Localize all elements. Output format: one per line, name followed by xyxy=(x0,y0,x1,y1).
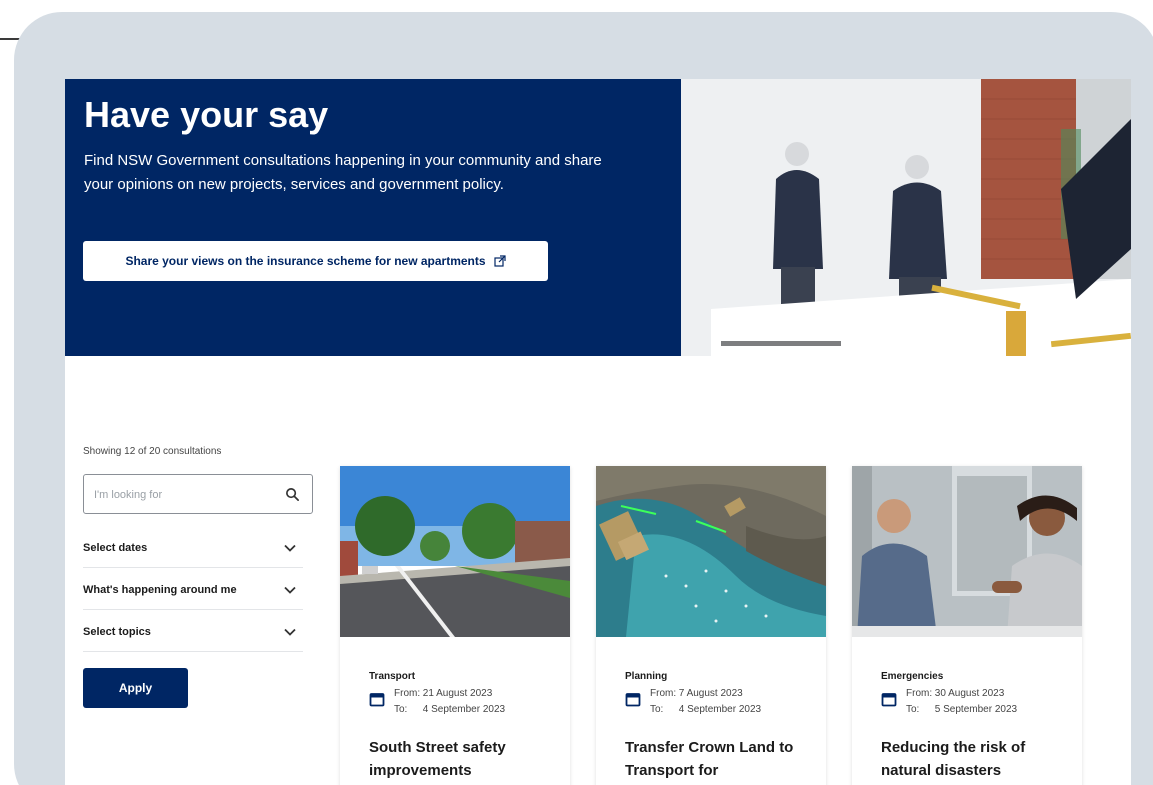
card-topic: Transport xyxy=(369,671,416,682)
consultation-card-emergencies[interactable]: Emergencies From: 30 August 2023 To: 5 S… xyxy=(852,466,1082,785)
date-from: From: 30 August 2023 xyxy=(906,688,1004,699)
calendar-icon xyxy=(881,693,897,707)
from-date: 21 August 2023 xyxy=(422,688,493,699)
calendar-icon xyxy=(625,693,641,707)
date-from: From: 21 August 2023 xyxy=(394,688,492,699)
search-box xyxy=(83,474,313,514)
filter-label: Select topics xyxy=(83,625,151,638)
street-photo xyxy=(340,466,570,637)
from-label: From: xyxy=(906,688,933,699)
date-to: To: 5 September 2023 xyxy=(906,704,1017,715)
filter-label: Select dates xyxy=(83,541,148,554)
share-views-label: Share your views on the insurance scheme… xyxy=(125,254,486,268)
card-image xyxy=(596,466,826,637)
chevron-down-icon xyxy=(284,586,296,594)
search-icon[interactable] xyxy=(285,487,300,502)
date-from: From: 7 August 2023 xyxy=(650,688,743,699)
consultation-card-planning[interactable]: Planning From: 7 August 2023 To: 4 Septe… xyxy=(596,466,826,785)
results-count: Showing 12 of 20 consultations xyxy=(83,446,222,457)
card-title[interactable]: Transfer Crown Land to Transport for xyxy=(625,736,805,782)
hero-description: Find NSW Government consultations happen… xyxy=(84,152,602,193)
to-date: 4 September 2023 xyxy=(422,704,506,715)
filter-select-dates[interactable]: Select dates xyxy=(83,528,303,568)
date-to: To: 4 September 2023 xyxy=(394,704,505,715)
hero-panel: Have your say Find NSW Government consul… xyxy=(65,79,681,356)
hero-photo xyxy=(681,79,1131,356)
consultation-card-transport[interactable]: Transport From: 21 August 2023 To: 4 Sep… xyxy=(340,466,570,785)
external-link-icon xyxy=(493,255,506,267)
filter-whats-happening[interactable]: What's happening around me xyxy=(83,570,303,610)
search-input[interactable] xyxy=(94,485,274,505)
to-label: To: xyxy=(394,704,408,715)
date-to: To: 4 September 2023 xyxy=(650,704,761,715)
office-meeting-photo xyxy=(852,466,1082,637)
calendar-icon xyxy=(369,693,385,707)
apply-button[interactable]: Apply xyxy=(83,668,188,708)
hero-banner: Have your say Find NSW Government consul… xyxy=(65,79,1131,356)
page-title: Have your say xyxy=(84,94,329,135)
to-label: To: xyxy=(650,704,664,715)
from-label: From: xyxy=(394,688,421,699)
filter-label: What's happening around me xyxy=(83,583,237,596)
card-image xyxy=(852,466,1082,637)
to-date: 5 September 2023 xyxy=(934,704,1018,715)
chevron-down-icon xyxy=(284,628,296,636)
chevron-down-icon xyxy=(284,544,296,552)
card-image xyxy=(340,466,570,637)
from-label: From: xyxy=(650,688,677,699)
card-topic: Planning xyxy=(625,671,668,682)
card-title[interactable]: Reducing the risk of natural disasters xyxy=(881,736,1061,782)
share-views-button[interactable]: Share your views on the insurance scheme… xyxy=(83,241,548,281)
screen: Have your say Find NSW Government consul… xyxy=(65,79,1131,785)
aerial-map-photo xyxy=(596,466,826,637)
hero-photo-illustration xyxy=(681,79,1131,356)
from-date: 7 August 2023 xyxy=(678,688,743,699)
to-label: To: xyxy=(906,704,920,715)
card-topic: Emergencies xyxy=(881,671,944,682)
card-title[interactable]: South Street safety improvements xyxy=(369,736,549,782)
to-date: 4 September 2023 xyxy=(678,704,762,715)
from-date: 30 August 2023 xyxy=(934,688,1005,699)
filter-select-topics[interactable]: Select topics xyxy=(83,612,303,652)
